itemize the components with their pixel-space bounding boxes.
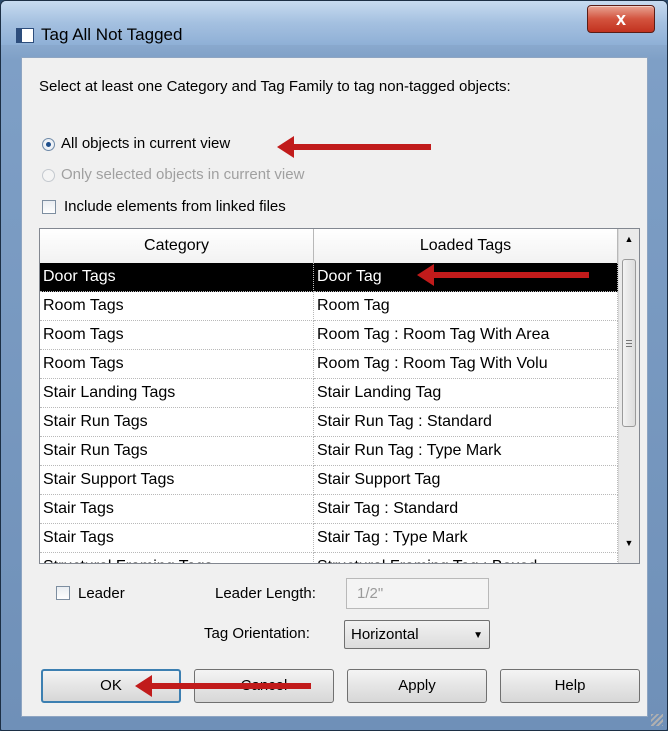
loaded-tag-cell[interactable]: Structural Framing Tag : Boxed bbox=[314, 553, 618, 563]
table-row[interactable]: Room Tags Room Tag : Room Tag With Area bbox=[40, 321, 618, 350]
grid-rows: Door Tags Door Tag Room Tags Room Tag Ro… bbox=[40, 263, 618, 563]
grid-vertical-scrollbar[interactable]: ▲ ▼ bbox=[618, 229, 639, 563]
loaded-tag-cell[interactable]: Stair Tag : Standard bbox=[314, 495, 618, 524]
loaded-tag-cell[interactable]: Stair Run Tag : Standard bbox=[314, 408, 618, 437]
loaded-tag-cell[interactable]: Stair Run Tag : Type Mark bbox=[314, 437, 618, 466]
category-cell[interactable]: Door Tags bbox=[40, 263, 314, 292]
arrow-head bbox=[135, 675, 152, 697]
category-cell[interactable]: Room Tags bbox=[40, 350, 314, 379]
arrow-head bbox=[417, 264, 434, 286]
table-row[interactable]: Stair Run Tags Stair Run Tag : Standard bbox=[40, 408, 618, 437]
include-linked-checkbox[interactable] bbox=[42, 200, 56, 214]
radio-selected-objects-label: Only selected objects in current view bbox=[61, 166, 305, 183]
window-title: Tag All Not Tagged bbox=[41, 25, 183, 44]
annotation-arrow bbox=[135, 675, 311, 697]
leader-length-label: Leader Length: bbox=[215, 585, 316, 602]
instruction-text: Select at least one Category and Tag Fam… bbox=[39, 78, 511, 95]
category-cell[interactable]: Structural Framing Tags bbox=[40, 553, 314, 563]
grip-line bbox=[626, 340, 632, 341]
loaded-tag-cell[interactable]: Room Tag bbox=[314, 292, 618, 321]
radio-all-objects[interactable] bbox=[42, 138, 55, 151]
column-header-loaded-tags[interactable]: Loaded Tags bbox=[314, 229, 618, 263]
help-button[interactable]: Help bbox=[500, 669, 640, 703]
loaded-tag-cell[interactable]: Stair Tag : Type Mark bbox=[314, 524, 618, 553]
category-cell[interactable]: Stair Tags bbox=[40, 495, 314, 524]
column-header-category[interactable]: Category bbox=[40, 229, 314, 263]
table-row[interactable]: Room Tags Room Tag bbox=[40, 292, 618, 321]
category-cell[interactable]: Stair Run Tags bbox=[40, 408, 314, 437]
category-cell[interactable]: Stair Support Tags bbox=[40, 466, 314, 495]
scroll-up-icon[interactable]: ▲ bbox=[619, 229, 639, 249]
tag-orientation-select[interactable]: Horizontal ▼ bbox=[344, 620, 490, 649]
resize-grip[interactable] bbox=[651, 714, 663, 726]
category-cell[interactable]: Stair Tags bbox=[40, 524, 314, 553]
app-icon bbox=[16, 28, 34, 43]
close-icon: x bbox=[615, 8, 626, 29]
category-cell[interactable]: Stair Run Tags bbox=[40, 437, 314, 466]
table-row[interactable]: Room Tags Room Tag : Room Tag With Volu bbox=[40, 350, 618, 379]
loaded-tag-cell[interactable]: Room Tag : Room Tag With Area bbox=[314, 321, 618, 350]
grip-line bbox=[626, 343, 632, 344]
leader-label[interactable]: Leader bbox=[78, 585, 125, 602]
grip-line bbox=[626, 346, 632, 347]
loaded-tag-cell[interactable]: Room Tag : Room Tag With Volu bbox=[314, 350, 618, 379]
scroll-down-icon[interactable]: ▼ bbox=[619, 533, 639, 553]
title-bar[interactable]: Tag All Not Tagged x bbox=[1, 1, 667, 45]
table-row[interactable]: Stair Tags Stair Tag : Standard bbox=[40, 495, 618, 524]
arrow-head bbox=[277, 136, 294, 158]
annotation-arrow bbox=[417, 264, 589, 286]
table-row[interactable]: Stair Landing Tags Stair Landing Tag bbox=[40, 379, 618, 408]
loaded-tag-cell[interactable]: Stair Landing Tag bbox=[314, 379, 618, 408]
annotation-arrow bbox=[277, 136, 431, 158]
chevron-down-icon: ▼ bbox=[473, 630, 483, 641]
leader-length-input: 1/2" bbox=[346, 578, 489, 609]
tag-orientation-label: Tag Orientation: bbox=[204, 625, 310, 642]
loaded-tag-cell[interactable]: Stair Support Tag bbox=[314, 466, 618, 495]
grid-header: Category Loaded Tags bbox=[40, 229, 618, 264]
radio-selected-objects bbox=[42, 169, 55, 182]
category-cell[interactable]: Room Tags bbox=[40, 292, 314, 321]
table-row[interactable]: Stair Tags Stair Tag : Type Mark bbox=[40, 524, 618, 553]
leader-checkbox[interactable] bbox=[56, 586, 70, 600]
table-row[interactable]: Stair Run Tags Stair Run Tag : Type Mark bbox=[40, 437, 618, 466]
table-row[interactable]: Structural Framing Tags Structural Frami… bbox=[40, 553, 618, 563]
dialog-window: Tag All Not Tagged x Select at least one… bbox=[0, 0, 668, 731]
category-tag-grid[interactable]: Category Loaded Tags Door Tags Door Tag … bbox=[39, 228, 640, 564]
include-linked-label[interactable]: Include elements from linked files bbox=[64, 198, 286, 215]
category-cell[interactable]: Room Tags bbox=[40, 321, 314, 350]
radio-all-objects-label[interactable]: All objects in current view bbox=[61, 135, 230, 152]
close-button[interactable]: x bbox=[587, 5, 655, 33]
apply-button[interactable]: Apply bbox=[347, 669, 487, 703]
category-cell[interactable]: Stair Landing Tags bbox=[40, 379, 314, 408]
table-row[interactable]: Stair Support Tags Stair Support Tag bbox=[40, 466, 618, 495]
scrollbar-thumb[interactable] bbox=[622, 259, 636, 427]
tag-orientation-value: Horizontal bbox=[351, 626, 419, 643]
